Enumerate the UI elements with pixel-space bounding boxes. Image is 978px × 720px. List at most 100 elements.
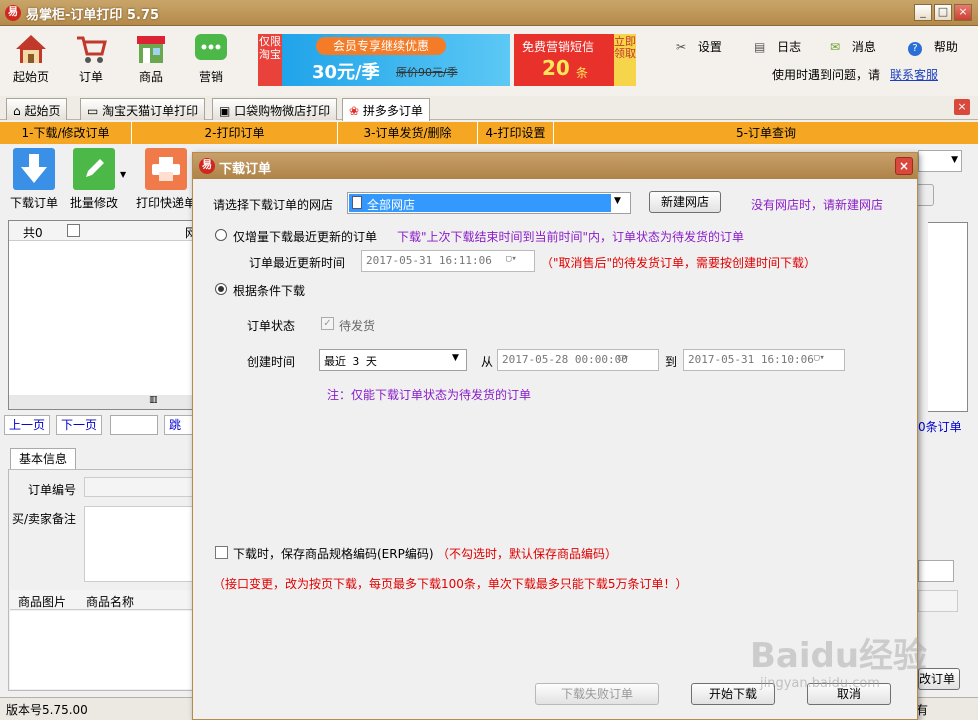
download-failed-button[interactable]: 下载失败订单 — [535, 683, 659, 705]
pending-status-checkbox[interactable]: ✓ — [321, 317, 334, 330]
toolbar-orders-button[interactable]: 订单 — [62, 28, 120, 90]
update-time-field[interactable]: 2017-05-31 16:11:06 ▢▾ — [361, 250, 535, 272]
toolbar-home-label: 起始页 — [12, 70, 49, 84]
query-dropdown[interactable]: ▼ — [918, 150, 962, 172]
to-calendar-icon: ▢▾ — [814, 353, 825, 363]
goods-name-header: 商品名称 — [86, 595, 135, 609]
settings-menu[interactable]: ✂ 设置 — [676, 38, 722, 55]
remark-label: 买/卖家备注 — [12, 512, 77, 526]
prev-page-link[interactable]: 上一页 — [4, 415, 51, 435]
incremental-radio[interactable] — [215, 229, 227, 241]
step-1[interactable]: 1-下载/修改订单 — [0, 122, 132, 144]
to-time-field[interactable]: 2017-05-31 16:10:06 ▢▾ — [683, 349, 845, 371]
vip-promo-banner[interactable]: 仅限淘宝 会员专享继续优惠 30元/季 原价90元/季 — [258, 34, 510, 86]
shop-select[interactable]: 全部网店 ▼ — [347, 192, 631, 214]
minimize-button[interactable]: _ — [914, 4, 932, 21]
to-label: 到 — [665, 355, 678, 369]
sms-promo-unit: 条 — [576, 66, 589, 80]
contact-support-link[interactable]: 联系客服 — [890, 66, 938, 83]
tab-pinduoduo-label: 拼多多订单 — [362, 104, 423, 118]
incremental-label[interactable]: 仅增量下载最近更新的订单 — [233, 228, 377, 245]
maximize-button[interactable]: □ — [934, 4, 952, 21]
promo-side-label: 仅限淘宝 — [258, 34, 282, 86]
tab-taobao[interactable]: ▭ 淘宝天猫订单打印 — [80, 98, 206, 120]
save-erp-hint: （不勾选时，默认保存商品编码） — [437, 547, 618, 561]
tab-close-button[interactable]: × — [954, 99, 970, 115]
toolbar-marketing-button[interactable]: 营销 — [182, 28, 240, 90]
printer-icon — [145, 148, 187, 190]
dialog-title: 下载订单 — [219, 162, 272, 177]
document-icon — [352, 196, 362, 209]
promo-original-price: 原价90元/季 — [396, 66, 458, 79]
toolbar-products-button[interactable]: 商品 — [122, 28, 180, 90]
order-number-label: 订单编号 — [28, 483, 77, 497]
batch-edit-button[interactable]: 批量修改 — [64, 146, 124, 210]
cart-icon — [77, 36, 107, 63]
remark-field[interactable] — [84, 506, 194, 582]
message-label: 消息 — [851, 40, 876, 54]
tab-pinduoduo[interactable]: ❀ 拼多多订单 — [342, 98, 430, 121]
from-time-field[interactable]: 2017-05-28 00:00:00 ▢▾ — [497, 349, 659, 371]
step-4[interactable]: 4-打印设置 — [478, 122, 554, 144]
toolbar-products-label: 商品 — [138, 70, 163, 84]
goods-header: 商品图片 商品名称 — [10, 590, 194, 610]
basic-info-tab[interactable]: 基本信息 — [10, 448, 76, 470]
tab-home[interactable]: ⌂ 起始页 — [6, 98, 68, 120]
batch-edit-dropdown-icon[interactable]: ▼ — [120, 170, 126, 179]
log-menu[interactable]: ▤ 日志 — [754, 38, 801, 55]
pencil-icon — [73, 148, 115, 190]
order-status-label: 订单状态 — [247, 319, 296, 333]
printer-small-icon: ▭ — [87, 104, 99, 118]
grid-header: 共0 网 — [9, 221, 197, 241]
promo-top-text: 会员专享继续优惠 — [316, 37, 446, 55]
help-menu[interactable]: ? 帮助 — [908, 38, 958, 56]
save-erp-label[interactable]: 下载时，保存商品规格编码(ERP编码) — [233, 545, 434, 562]
new-shop-button[interactable]: 新建网店 — [649, 191, 721, 213]
title-bar: 易 易掌柜-订单打印 5.75 _ □ × — [0, 0, 978, 26]
right-input-edge[interactable] — [918, 560, 954, 582]
pending-status-label: 待发货 — [339, 319, 376, 333]
update-time-value: 2017-05-31 16:11:06 — [366, 254, 492, 267]
from-calendar-icon: ▢▾ — [618, 353, 629, 363]
dialog-close-button[interactable]: × — [895, 157, 913, 175]
message-menu[interactable]: ✉ 消息 — [830, 38, 876, 55]
create-time-label: 创建时间 — [247, 355, 296, 369]
toolbar-home-button[interactable]: 起始页 — [2, 28, 60, 90]
time-range-select[interactable]: 最近 3 天 ▼ — [319, 349, 467, 371]
next-page-link[interactable]: 下一页 — [56, 415, 103, 435]
print-express-button[interactable]: 打印快递单 — [136, 146, 196, 210]
save-erp-checkbox[interactable] — [215, 546, 228, 559]
right-header-edge — [918, 590, 958, 612]
order-number-field[interactable] — [84, 477, 194, 497]
download-orders-button[interactable]: 下载订单 — [4, 146, 64, 210]
app-logo-icon: 易 — [5, 5, 21, 21]
close-button[interactable]: × — [954, 4, 972, 21]
house-icon — [16, 35, 46, 63]
dialog-title-bar: 易 下载订单 × — [193, 153, 917, 179]
order-grid[interactable]: 共0 网 ▥ — [8, 220, 197, 410]
step-3[interactable]: 3-订单发货/删除 — [338, 122, 478, 144]
sms-promo-banner[interactable]: 免费营销短信 20 条 立即领取 — [514, 34, 636, 86]
calendar-icon: ▢▾ — [506, 254, 517, 264]
grid-horizontal-scrollbar[interactable]: ▥ — [9, 395, 193, 409]
jump-page-link[interactable]: 跳转 — [164, 415, 194, 435]
step-2[interactable]: 2-打印订单 — [132, 122, 338, 144]
goods-list[interactable] — [10, 611, 194, 689]
baidu-watermark-url: jingyan.baidu.com — [760, 676, 880, 691]
conditional-radio[interactable] — [215, 283, 227, 295]
wrench-icon: ✂ — [676, 40, 687, 54]
tab-weidian-label: 口袋购物微店打印 — [234, 104, 331, 118]
tab-taobao-label: 淘宝天猫订单打印 — [102, 104, 199, 118]
log-label: 日志 — [777, 40, 802, 54]
step-5[interactable]: 5-订单查询 — [554, 122, 978, 144]
grid-select-all-checkbox[interactable] — [67, 224, 80, 237]
chevron-down-icon: ▼ — [614, 196, 621, 206]
toolbar-orders-label: 订单 — [78, 70, 103, 84]
tab-weidian[interactable]: ▣ 口袋购物微店打印 — [212, 98, 338, 120]
shop-select-value: 全部网店 — [349, 194, 611, 212]
conditional-label[interactable]: 根据条件下载 — [233, 282, 305, 299]
page-number-input[interactable] — [110, 415, 158, 435]
query-button-edge[interactable] — [918, 184, 934, 206]
api-change-note: （接口变更，改为按页下载，每页最多下载100条，单次下载最多只能下载5万条订单！… — [213, 577, 688, 591]
envelope-icon: ✉ — [830, 40, 841, 54]
